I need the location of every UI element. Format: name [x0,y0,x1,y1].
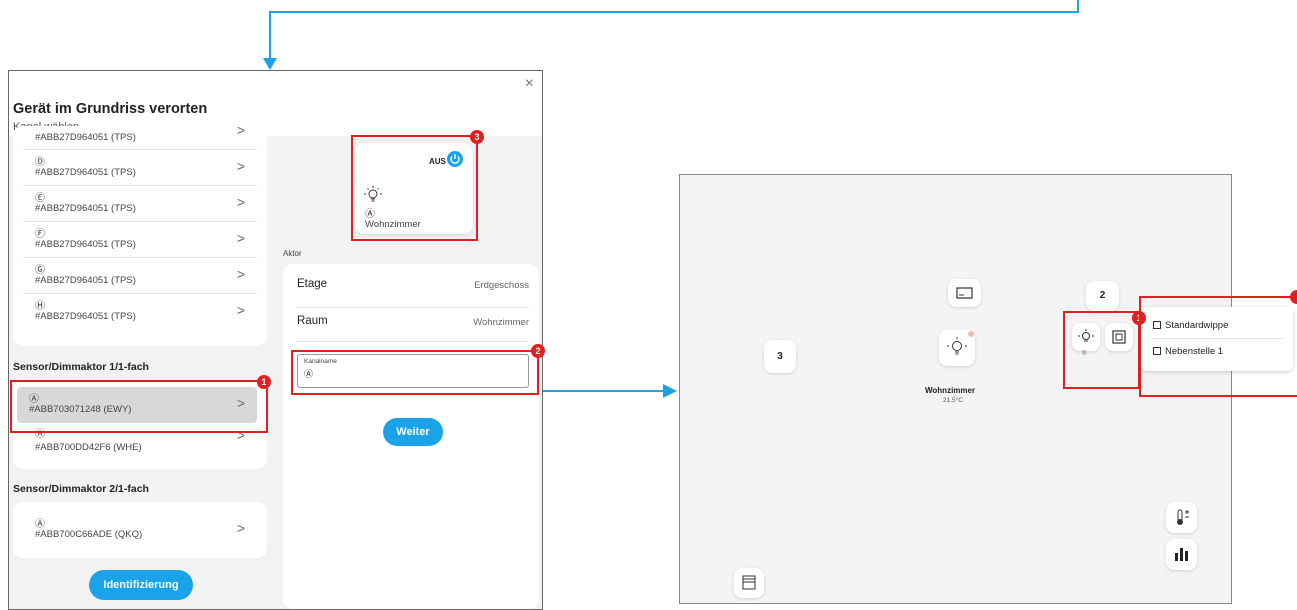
blind-tile[interactable] [734,568,764,598]
room-number: 3 [777,351,783,362]
channel-letter: Ⓓ [35,157,45,168]
chevron-right-icon: > [236,302,245,318]
arrow-down-icon [263,58,277,70]
step-badge: 2 [531,344,545,358]
list-item[interactable]: Ⓕ #ABB27D964051 (TPS) > [23,222,257,258]
room-tile-3[interactable]: 3 [764,340,796,373]
chart-tile[interactable] [1166,539,1197,570]
channel-group-card: Ⓐ #ABB700C66ADE (QKQ) > [13,502,267,558]
actor-card: Etage Erdgeschoss Raum Wohnzimmer Kanaln… [283,264,539,609]
floor-value: Erdgeschoss [474,280,529,291]
device-id: #ABB27D964051 (TPS) [35,239,136,250]
list-item[interactable]: Ⓐ #ABB700C66ADE (QKQ) > [23,512,257,548]
device-id: #ABB700C66ADE (QKQ) [35,529,143,540]
channel-group-card: #ABB27D964051 (TPS) > Ⓓ #ABB27D964051 (T… [13,122,267,346]
highlight-box [351,135,478,241]
close-icon[interactable]: × [525,75,534,93]
channel-list-pane: #ABB27D964051 (TPS) > Ⓓ #ABB27D964051 (T… [9,122,275,609]
actor-section-label: Aktor [283,249,302,258]
dialog-title: Gerät im Grundriss verorten [13,101,208,117]
chevron-right-icon: > [236,194,245,210]
arrow-right-icon [663,384,677,398]
room-temperature: 21.5°C [943,397,963,404]
room-name: Wohnzimmer [925,386,976,395]
connector-line-top [269,11,1079,13]
room-value: Wohnzimmer [473,317,529,328]
list-item[interactable]: #ABB27D964051 (TPS) > [23,122,257,150]
channel-letter: Ⓗ [35,301,45,312]
light-tile[interactable] [939,330,975,366]
step-badge: 1 [257,375,271,389]
identify-button[interactable]: Identifizierung [89,570,193,600]
chevron-right-icon: > [236,266,245,282]
channel-letter: Ⓐ [35,519,45,530]
next-button[interactable]: Weiter [383,418,443,446]
section-title: Sensor/Dimmaktor 1/1-fach [13,361,149,373]
step-badge [1290,290,1297,304]
section-title: Sensor/Dimmaktor 2/1-fach [13,483,149,495]
list-item[interactable]: Ⓖ #ABB27D964051 (TPS) > [23,258,257,294]
floor-label: Etage [297,278,328,290]
list-item[interactable]: Ⓔ #ABB27D964051 (TPS) > [23,186,257,222]
highlight-box [1063,311,1140,389]
connector-line-down [269,11,271,61]
chevron-right-icon: > [236,520,245,536]
device-id: #ABB700DD42F6 (WHE) [35,442,142,453]
device-id: #ABB27D964051 (TPS) [35,311,136,322]
connector-line-right [540,390,665,392]
device-id: #ABB27D964051 (TPS) [35,275,136,286]
window-tile[interactable] [948,279,981,307]
thermostat-tile[interactable] [1166,502,1197,533]
list-item[interactable]: Ⓗ #ABB27D964051 (TPS) > [23,294,257,330]
device-id: #ABB27D964051 (TPS) [35,132,136,143]
room-tile-2[interactable]: 2 [1086,281,1119,311]
room-row[interactable]: Raum Wohnzimmer [297,307,529,342]
channel-letter: Ⓔ [35,193,45,204]
highlight-box [291,350,539,395]
chevron-right-icon: > [236,230,245,246]
chevron-right-icon: > [236,158,245,174]
channel-letter: Ⓕ [35,229,45,240]
list-item[interactable]: Ⓓ #ABB27D964051 (TPS) > [23,150,257,186]
highlight-box [10,380,268,433]
device-id: #ABB27D964051 (TPS) [35,203,136,214]
step-badge: 3 [470,130,484,144]
room-number: 2 [1099,290,1106,301]
room-label: Raum [297,315,328,327]
highlight-box [1139,296,1297,397]
device-id: #ABB27D964051 (TPS) [35,167,136,178]
connector-line-top-right [1077,0,1079,13]
floor-row[interactable]: Etage Erdgeschoss [297,264,529,308]
chevron-right-icon: > [236,122,245,138]
status-dot [968,331,974,337]
channel-letter: Ⓖ [35,265,45,276]
